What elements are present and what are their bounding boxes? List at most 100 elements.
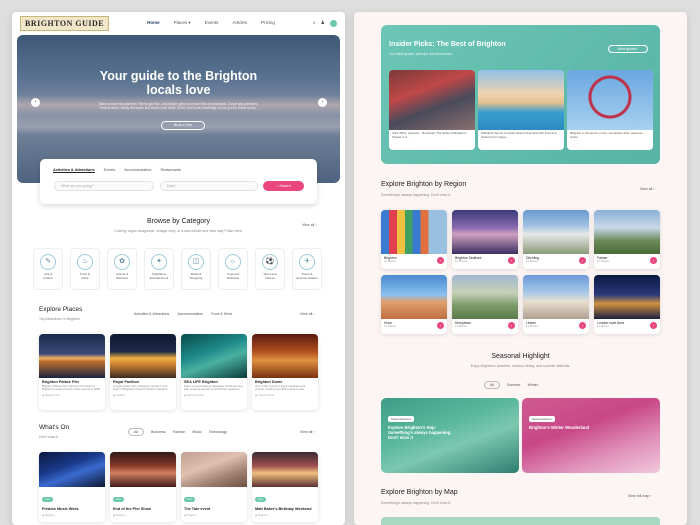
event-tag: Live (255, 497, 266, 502)
place-card[interactable]: Royal Pavilion A regal palace with a Rege… (110, 334, 176, 410)
insider-card-text: Ultra Tilths, Unloved... But Dead: The S… (392, 131, 467, 139)
category-3[interactable]: ✦ Nightlife & Entertainment (144, 248, 174, 290)
category-0[interactable]: ✎ Arts & Culture (33, 248, 63, 290)
hero-next-arrow-icon[interactable]: › (318, 98, 327, 107)
insider-card-text: Brighton in 30 words or less: orientatio… (570, 131, 643, 139)
arrow-right-icon[interactable]: › (650, 257, 657, 264)
what-input[interactable]: What are you going? (54, 181, 154, 191)
arrow-right-icon[interactable]: › (579, 322, 586, 329)
whatson-filters: All Business Fashion Music Technology (128, 428, 227, 436)
region-card[interactable]: Kemptown 12 Places › (452, 275, 518, 334)
seasonal-card-summer[interactable]: Seasonal Event Explore Brighton's Hop: S… (381, 398, 519, 473)
region-card[interactable]: Falmer 12 Places › (594, 210, 660, 269)
category-7[interactable]: ✈ Travel & Accommodation (292, 248, 322, 290)
graffiti-street-image (389, 70, 475, 130)
insider-card[interactable]: Brighton in 30 words or less: orientatio… (567, 70, 653, 150)
place-location: ◉ Church Street (255, 393, 274, 397)
place-card[interactable]: Brighton Palace Pier Brighton Palace Pier… (39, 334, 105, 410)
event-image (252, 452, 318, 487)
event-card[interactable]: Live Matt Baker's Birthday Weekend ◉ Brigh… (252, 452, 318, 522)
seasonal-card-winter[interactable]: Seasonal Event Brighton's Winter Wonderl… (522, 398, 660, 473)
map-preview[interactable] (381, 517, 660, 525)
nav-articles[interactable]: Articles (232, 20, 247, 26)
search-icon[interactable]: ⌕ (313, 20, 316, 26)
event-location: ◉ Brighton (255, 514, 268, 517)
places-view-all[interactable]: View all › (300, 312, 315, 316)
event-image (181, 452, 247, 487)
nav-places[interactable]: Places ▾ (174, 20, 191, 26)
date-input[interactable]: Date? (160, 181, 258, 191)
region-card[interactable]: Brighton Seafront 12 Places › (452, 210, 518, 269)
pill-all-seasons[interactable]: All (484, 381, 500, 389)
category-6[interactable]: ⚽ Sport and Fitness (255, 248, 285, 290)
category-5[interactable]: ☼ Yoga and Wellness (218, 248, 248, 290)
place-desc: Brighton Palace Pier has been the heart … (42, 384, 101, 392)
nav-home[interactable]: Home (147, 20, 160, 26)
insider-card[interactable]: Ultra Tilths, Unloved... But Dead: The S… (389, 70, 475, 150)
avatar[interactable] (330, 19, 337, 27)
more-guides-button[interactable]: More guides › (608, 45, 648, 53)
regions-view-all[interactable]: View all › (640, 187, 655, 191)
arrow-right-icon[interactable]: › (650, 322, 657, 329)
arrow-right-icon[interactable]: › (508, 322, 515, 329)
region-card[interactable]: Lewes 12 Places › (523, 275, 589, 334)
place-location: ◉ Pavilion (113, 393, 126, 397)
category-2[interactable]: ✿ Leisure & Wellness (107, 248, 137, 290)
pill-all[interactable]: All (128, 428, 144, 436)
hero-prev-arrow-icon[interactable]: ‹ (31, 98, 40, 107)
event-card[interactable]: Live Pristine Music Week ◉ Brighton (39, 452, 105, 522)
tab-activities[interactable]: Activities & Attractions (53, 168, 95, 173)
pill-fashion[interactable]: Fashion (173, 430, 186, 434)
tab-accommodation[interactable]: Accommodation (124, 168, 151, 173)
pill-business[interactable]: Business (151, 430, 166, 434)
category-label: Fitness (265, 275, 275, 280)
category-1[interactable]: ♨ Food & Drink (70, 248, 100, 290)
event-tag: Live (42, 497, 53, 502)
region-card[interactable]: Ditchling 12 Places › (523, 210, 589, 269)
user-icon[interactable]: ♟ (321, 20, 325, 26)
nav-events[interactable]: Events (205, 20, 219, 26)
place-card[interactable]: Brighton Dome One of the country's finest… (252, 334, 318, 410)
filter-activities[interactable]: Activities & Attractions (134, 312, 169, 316)
tab-events[interactable]: Events (104, 168, 116, 173)
arrow-right-icon[interactable]: › (508, 257, 515, 264)
regions-title: Explore Brighton by Region (381, 181, 467, 188)
filter-accommodation[interactable]: Accommodation (177, 312, 203, 316)
arrow-right-icon[interactable]: › (437, 322, 444, 329)
browse-view-all[interactable]: View all › (302, 223, 317, 227)
pill-summer[interactable]: Summer (507, 383, 521, 387)
region-image (452, 210, 518, 254)
filter-food[interactable]: Food & Drink (211, 312, 232, 316)
view-full-map-link[interactable]: View full map › (628, 494, 652, 498)
place-image (181, 334, 247, 378)
place-card[interactable]: SEA LIFE Brighton Enter a mesmerising und… (181, 334, 247, 410)
category-label: Accommodation (296, 275, 318, 280)
event-card[interactable]: Live End of the Pier Show ◉ Brighton (110, 452, 176, 522)
region-card[interactable]: Brighton 12 Places › (381, 210, 447, 269)
pill-winter[interactable]: Winter (528, 383, 538, 387)
category-label: Culture (43, 275, 53, 280)
region-card[interactable]: Hove 12 Places › (381, 275, 447, 334)
search-button[interactable]: ⌕ Search (263, 181, 304, 191)
site-logo[interactable]: BRIGHTON GUIDE (20, 15, 110, 31)
insider-card[interactable]: Withdean Sports Complex Enters New Era w… (478, 70, 564, 150)
category-label: Drink (81, 275, 89, 280)
category-4[interactable]: ◫ Retail & Shopping (181, 248, 211, 290)
tab-restaurants[interactable]: Restaurants (160, 168, 180, 173)
whatson-view-all[interactable]: View all › (300, 430, 315, 434)
search-tabs: Activities & Attractions Events Accommod… (53, 168, 181, 173)
category-label: Wellness (226, 275, 240, 280)
event-card[interactable]: Live The Tate event ◉ Brighton (181, 452, 247, 522)
palette-icon: ✎ (40, 254, 56, 270)
pill-music[interactable]: Music (192, 430, 201, 434)
places-title: Explore Places (39, 306, 83, 313)
nav-pricing[interactable]: Pricing (261, 20, 275, 26)
arrow-right-icon[interactable]: › (437, 257, 444, 264)
pill-technology[interactable]: Technology (209, 430, 227, 434)
arrow-right-icon[interactable]: › (579, 257, 586, 264)
region-card[interactable]: London road Area 12 Places › (594, 275, 660, 334)
seasonal-title: Seasonal Highlight (491, 353, 550, 360)
book-tour-button[interactable]: Book a Tour (161, 121, 205, 130)
search-widget: Activities & Attractions Events Accommod… (40, 159, 317, 204)
food-icon: ♨ (77, 254, 93, 270)
